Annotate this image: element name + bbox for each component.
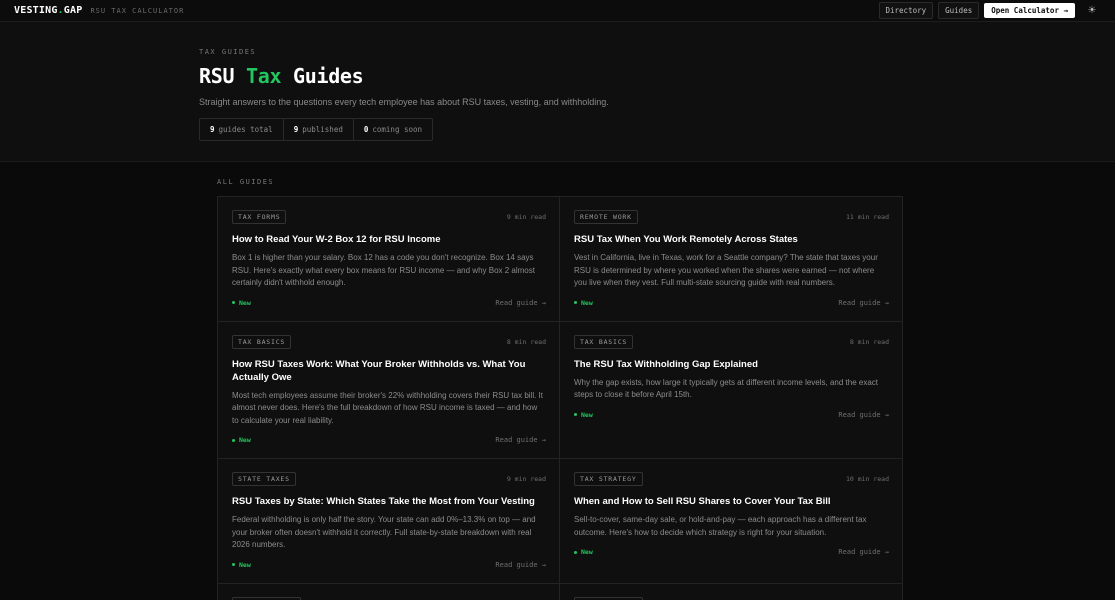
card-footer: New Read guide → (574, 411, 889, 419)
read-guide-link[interactable]: Read guide → (495, 436, 546, 444)
card-header: TAX BASICS 8 min read (232, 334, 546, 349)
guide-grid: TAX FORMS 9 min read How to Read Your W-… (217, 196, 903, 600)
guide-card[interactable]: REMOTE WORK 11 min read RSU Tax When You… (560, 197, 902, 322)
card-footer: New Read guide → (574, 548, 889, 556)
category-tag: TAX STRATEGY (232, 596, 301, 600)
read-guide-link[interactable]: Read guide → (838, 299, 889, 307)
guide-description: Vest in California, live in Texas, work … (574, 253, 878, 287)
category-tag: STATE TAXES (232, 472, 296, 486)
read-guide-link[interactable]: Read guide → (495, 561, 546, 569)
guide-title[interactable]: The RSU Tax Withholding Gap Explained (574, 358, 889, 371)
hero: TAX GUIDES RSU Tax Guides Straight answe… (0, 22, 1115, 162)
new-badge: New (574, 411, 593, 419)
guide-card[interactable]: TAX BASICS 8 min read The RSU Tax Withho… (560, 322, 902, 459)
new-badge: New (232, 436, 251, 444)
guide-card[interactable]: STATE TAXES 9 min read RSU Taxes by Stat… (218, 459, 560, 584)
card-header: REMOTE WORK 11 min read (574, 210, 889, 224)
bullet-icon (232, 301, 235, 304)
read-time: 9 min read (506, 213, 546, 221)
card-header: TAX BASICS 8 min read (574, 334, 889, 349)
category-tag: TAX BASICS (574, 334, 634, 349)
read-time: 9 min read (506, 475, 546, 483)
guide-description: Why the gap exists, how large it typical… (574, 377, 879, 400)
stat-total: 9 guides total (200, 119, 284, 140)
read-guide-link[interactable]: Read guide → (838, 411, 889, 419)
card-header: TAX STRATEGY 10 min read (574, 472, 889, 486)
brand-logo[interactable]: VESTING.GAP (14, 5, 82, 16)
guide-description: Federal withholding is only half the sto… (232, 515, 536, 549)
card-footer: New Read guide → (232, 299, 546, 307)
guide-card[interactable]: TAX STRATEGY 11 min read (560, 584, 902, 600)
read-time: 8 min read (849, 337, 889, 346)
section-label: ALL GUIDES (217, 178, 275, 186)
read-time: 8 min read (506, 337, 546, 346)
guide-card[interactable]: TAX STRATEGY 9 min read (218, 583, 560, 600)
nav-guides-button[interactable]: Guides (938, 2, 980, 19)
brand-tagline: RSU TAX CALCULATOR (90, 6, 185, 15)
read-guide-link[interactable]: Read guide → (495, 299, 546, 307)
bullet-icon (232, 563, 235, 566)
stat-coming-soon: 0 coming soon (363, 125, 423, 134)
guide-title[interactable]: How to Read Your W-2 Box 12 for RSU Inco… (232, 233, 546, 246)
bullet-icon (574, 550, 577, 554)
new-badge: New (574, 548, 593, 556)
category-tag: TAX FORMS (232, 210, 287, 224)
hero-eyebrow: TAX GUIDES (199, 48, 257, 56)
guide-card[interactable]: TAX BASICS 8 min read How RSU Taxes Work… (218, 321, 560, 459)
read-time: 11 min read (845, 213, 889, 221)
guide-stats: 9 guides total 9 published 0 coming soon (199, 118, 434, 141)
card-header: TAX STRATEGY 11 min read (574, 596, 889, 600)
guide-description: Box 1 is higher than your salary. Box 12… (232, 253, 535, 287)
guide-title[interactable]: When and How to Sell RSU Shares to Cover… (574, 495, 889, 508)
new-badge: New (574, 299, 593, 307)
guide-title[interactable]: How RSU Taxes Work: What Your Broker Wit… (232, 358, 546, 384)
guide-description: Most tech employees assume their broker'… (232, 390, 543, 425)
page-subtitle: Straight answers to the questions every … (199, 97, 609, 107)
card-footer: New Read guide → (574, 299, 889, 307)
top-nav: Directory Guides Open Calculator → ☀ (878, 2, 1102, 19)
card-footer: New Read guide → (232, 561, 546, 569)
new-badge: New (232, 561, 251, 569)
top-bar: VESTING.GAP RSU TAX CALCULATOR Directory… (0, 0, 1115, 22)
card-header: TAX STRATEGY 9 min read (232, 596, 546, 600)
card-footer: New Read guide → (232, 436, 546, 444)
bullet-icon (232, 438, 235, 442)
category-tag: TAX BASICS (232, 334, 292, 349)
card-header: STATE TAXES 9 min read (232, 472, 546, 486)
page-title: RSU Tax Guides (199, 64, 364, 88)
guide-card[interactable]: TAX STRATEGY 10 min read When and How to… (560, 459, 902, 584)
category-tag: REMOTE WORK (574, 210, 638, 224)
brand[interactable]: VESTING.GAP RSU TAX CALCULATOR (14, 5, 184, 16)
guides-section: ALL GUIDES TAX FORMS 9 min read How to R… (0, 162, 1115, 600)
new-badge: New (232, 299, 251, 307)
read-guide-link[interactable]: Read guide → (838, 548, 889, 556)
category-tag: TAX STRATEGY (574, 472, 643, 486)
bullet-icon (574, 301, 577, 304)
guide-title[interactable]: RSU Taxes by State: Which States Take th… (232, 495, 546, 508)
card-header: TAX FORMS 9 min read (232, 210, 546, 224)
sun-icon[interactable]: ☀ (1083, 3, 1101, 19)
bullet-icon (574, 413, 577, 416)
nav-directory-button[interactable]: Directory (878, 2, 934, 19)
stat-published: 9 published (284, 119, 354, 140)
guide-description: Sell-to-cover, same-day sale, or hold-an… (574, 515, 867, 537)
open-calculator-button[interactable]: Open Calculator → (984, 3, 1075, 18)
guide-card[interactable]: TAX FORMS 9 min read How to Read Your W-… (218, 197, 560, 322)
guide-title[interactable]: RSU Tax When You Work Remotely Across St… (574, 233, 889, 246)
read-time: 10 min read (845, 475, 889, 483)
category-tag: TAX STRATEGY (574, 596, 643, 600)
